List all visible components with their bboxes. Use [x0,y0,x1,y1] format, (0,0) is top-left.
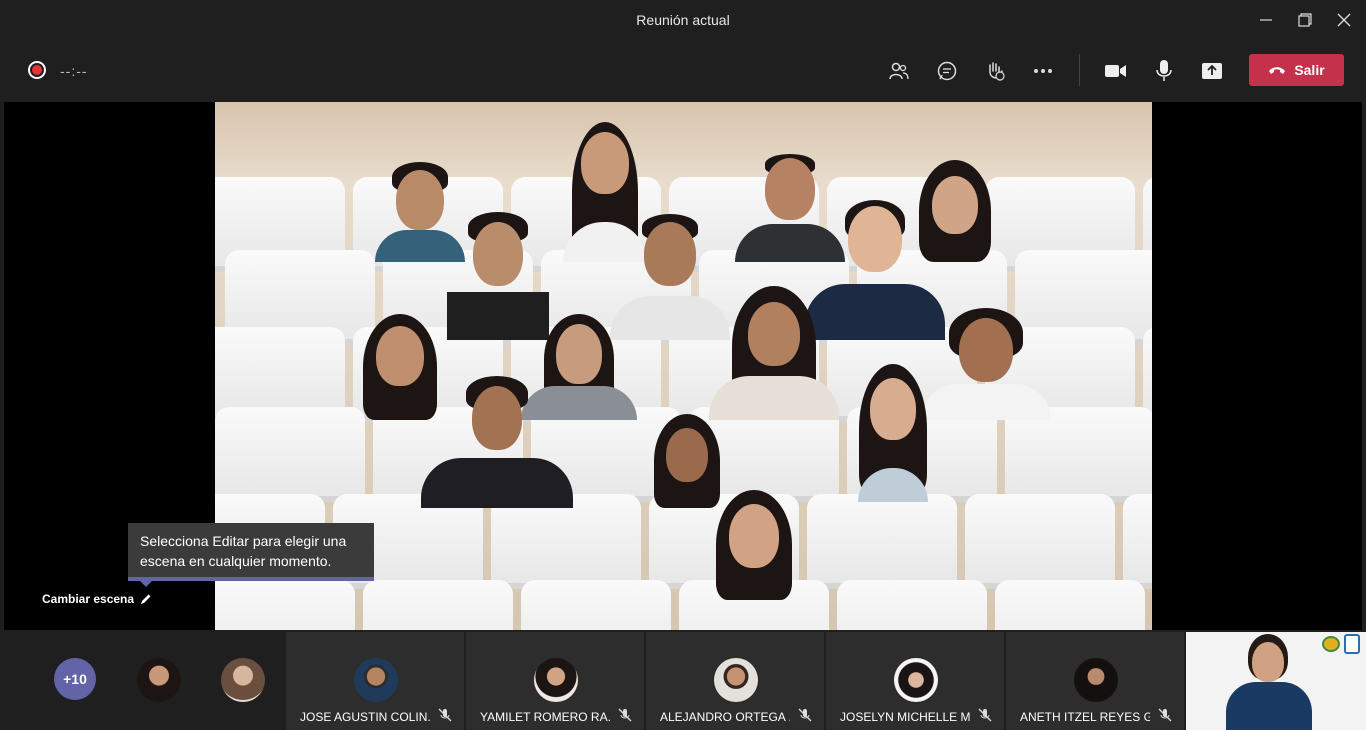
chat-button[interactable] [930,54,964,88]
participant-strip: +10 JOSE AGUSTIN COLIN... YAMILET ROMERO… [0,632,1366,730]
window-title: Reunión actual [636,12,730,28]
logo-badge [1322,636,1340,652]
participant-name: ANETH ITZEL REYES G... [1020,710,1150,724]
microphone-button[interactable] [1147,54,1181,88]
participant-video [699,490,809,600]
close-icon [1337,13,1351,27]
participants-button[interactable] [882,54,916,88]
people-icon [889,62,909,80]
participant-tile[interactable]: ANETH ITZEL REYES G... [1006,632,1184,730]
video-stage: Selecciona Editar para elegir una escena… [4,102,1362,630]
participant-tile[interactable]: YAMILET ROMERO RA... [466,632,644,730]
hang-up-icon [1269,67,1286,74]
mic-off-icon [978,708,992,722]
seat-row [215,580,1152,630]
participant-avatar [1074,658,1118,702]
more-participants-button[interactable]: +10 [54,658,96,700]
participant-name: YAMILET ROMERO RA... [480,710,610,724]
self-view-video [1186,632,1366,730]
participant-video [421,376,573,508]
meeting-toolbar: --:-- Salir [0,40,1366,102]
camera-icon [1105,65,1126,77]
title-bar: Reunión actual [0,0,1366,40]
leave-button[interactable]: Salir [1249,54,1344,86]
logo-badge [1344,634,1360,654]
more-actions-button[interactable] [1026,54,1060,88]
meeting-timer: --:-- [60,63,88,79]
participant-tile[interactable]: ALEJANDRO ORTEGA ... [646,632,824,730]
reactions-button[interactable] [978,54,1012,88]
participant-name: JOSE AGUSTIN COLIN... [300,710,430,724]
participant-name: ALEJANDRO ORTEGA ... [660,710,790,724]
participant-tile[interactable]: JOSELYN MICHELLE M... [826,632,1004,730]
chat-icon [937,61,957,81]
tooltip-text: Selecciona Editar para elegir una escena… [140,533,347,569]
leave-label: Salir [1294,62,1325,78]
participant-avatar [894,658,938,702]
share-screen-icon [1202,63,1222,79]
mic-off-icon [618,708,632,722]
participant-avatar[interactable] [137,658,181,702]
microphone-icon [1156,60,1172,81]
raise-hand-icon [989,62,1005,81]
close-button[interactable] [1329,8,1359,32]
participant-video [843,364,943,502]
change-scene-label: Cambiar escena [42,592,135,606]
mic-off-icon [438,708,452,722]
participant-name: JOSELYN MICHELLE M... [840,710,970,724]
mic-off-icon [1158,708,1172,722]
participant-avatar [354,658,398,702]
edit-pencil-icon [141,594,151,604]
participant-avatar[interactable] [221,658,265,702]
more-icon [1034,69,1052,73]
tooltip-arrow [140,581,152,587]
mic-off-icon [798,708,812,722]
record-icon [32,65,42,75]
participant-tile[interactable]: JOSE AGUSTIN COLIN... [286,632,464,730]
participant-avatar [714,658,758,702]
minimize-button[interactable] [1251,8,1281,32]
recording-indicator [28,61,46,79]
restore-icon [1298,13,1312,27]
toolbar-divider [1079,54,1080,86]
participant-avatar [534,658,578,702]
share-screen-button[interactable] [1195,54,1229,88]
participant-video [709,286,839,420]
minimize-icon [1260,19,1272,21]
restore-button[interactable] [1290,8,1320,32]
camera-button[interactable] [1099,54,1133,88]
scene-tooltip: Selecciona Editar para elegir una escena… [128,523,374,587]
change-scene-button[interactable]: Cambiar escena [42,592,152,606]
